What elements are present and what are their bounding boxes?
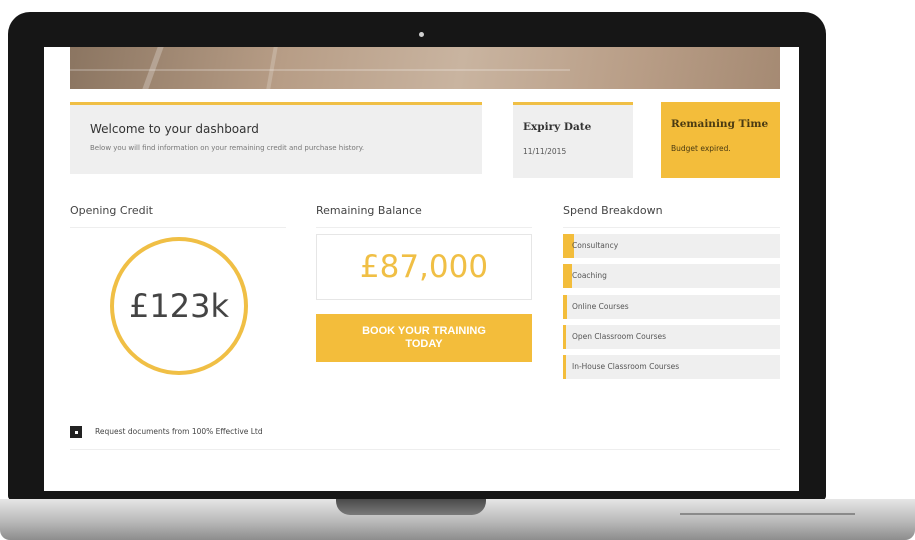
expiry-date-label: Expiry Date bbox=[523, 121, 592, 133]
book-training-button[interactable]: BOOK YOUR TRAINING TODAY bbox=[316, 314, 532, 362]
opening-credit-heading: Opening Credit bbox=[70, 204, 286, 228]
remaining-time-label: Remaining Time bbox=[671, 118, 769, 130]
laptop-notch bbox=[336, 499, 486, 515]
opening-credit-value: £123k bbox=[129, 287, 229, 325]
spend-bar bbox=[563, 324, 567, 349]
remaining-balance-box: £87,000 bbox=[316, 234, 532, 300]
welcome-title: Welcome to your dashboard bbox=[90, 122, 259, 136]
spend-item-open-classroom-courses[interactable]: Open Classroom Courses bbox=[563, 324, 780, 349]
spend-bar bbox=[563, 264, 572, 289]
request-documents-link[interactable]: Request documents from 100% Effective Lt… bbox=[95, 427, 263, 436]
spend-item-consultancy[interactable]: Consultancy bbox=[563, 234, 780, 258]
remaining-balance-heading: Remaining Balance bbox=[316, 204, 532, 228]
spend-item-label: Online Courses bbox=[572, 301, 629, 311]
laptop-base bbox=[0, 499, 915, 540]
spend-item-label: Coaching bbox=[572, 271, 607, 281]
laptop-edge-line bbox=[680, 513, 855, 515]
camera-dot bbox=[419, 32, 424, 37]
spend-breakdown-list: Consultancy Coaching Online Courses Open… bbox=[563, 234, 780, 385]
request-documents-row[interactable]: Request documents from 100% Effective Lt… bbox=[70, 423, 780, 450]
document-icon bbox=[70, 426, 82, 438]
welcome-subtitle: Below you will find information on your … bbox=[90, 144, 365, 152]
spend-item-in-house-classroom-courses[interactable]: In-House Classroom Courses bbox=[563, 355, 780, 380]
header-banner-image bbox=[70, 47, 780, 89]
expiry-date-value: 11/11/2015 bbox=[523, 147, 567, 156]
welcome-card: Welcome to your dashboard Below you will… bbox=[70, 102, 482, 174]
spend-item-label: In-House Classroom Courses bbox=[572, 362, 680, 372]
spend-breakdown-heading: Spend Breakdown bbox=[563, 204, 780, 228]
expiry-date-card: Expiry Date 11/11/2015 bbox=[513, 102, 633, 178]
remaining-time-value: Budget expired. bbox=[671, 144, 731, 153]
remaining-balance-value: £87,000 bbox=[359, 249, 489, 285]
spend-item-online-courses[interactable]: Online Courses bbox=[563, 294, 780, 319]
spend-item-label: Consultancy bbox=[572, 241, 619, 250]
spend-bar bbox=[563, 355, 567, 380]
dashboard-screen: Welcome to your dashboard Below you will… bbox=[44, 47, 799, 491]
remaining-time-card: Remaining Time Budget expired. bbox=[661, 102, 780, 178]
laptop-lid: Welcome to your dashboard Below you will… bbox=[8, 12, 826, 500]
opening-credit-circle: £123k bbox=[110, 237, 248, 375]
spend-item-label: Open Classroom Courses bbox=[572, 331, 667, 341]
spend-item-coaching[interactable]: Coaching bbox=[563, 264, 780, 289]
spend-bar bbox=[563, 294, 568, 319]
